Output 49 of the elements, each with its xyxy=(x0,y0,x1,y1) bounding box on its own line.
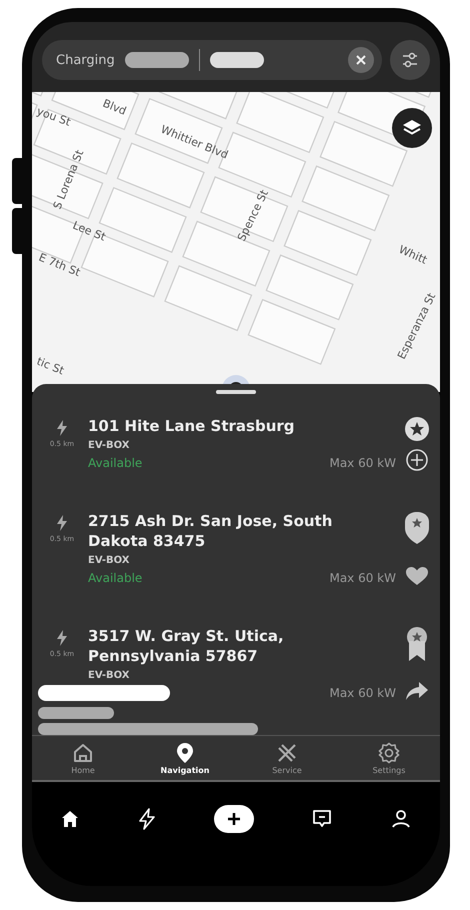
filter-chip[interactable] xyxy=(210,52,264,68)
plus-icon xyxy=(226,812,241,826)
street-label: you St xyxy=(34,104,72,129)
bolt-icon xyxy=(56,515,68,531)
search-field[interactable]: Charging xyxy=(42,40,382,80)
street-label: tic St xyxy=(34,354,66,378)
operator-label: EV-BOX xyxy=(88,555,130,566)
nav-tab[interactable]: Navigation xyxy=(134,736,236,780)
layers-button[interactable] xyxy=(392,108,432,148)
station-address[interactable]: 2715 Ash Dr. San Jose, South Dakota 83475 xyxy=(88,511,396,551)
add-button[interactable] xyxy=(214,805,254,833)
station-address[interactable]: 3517 W. Gray St. Utica, Pennsylvania 57867 xyxy=(88,626,396,666)
bookmark-icon[interactable] xyxy=(405,626,429,662)
operator-label: EV-BOX xyxy=(88,670,130,681)
nav-tab[interactable]: Home xyxy=(32,736,134,780)
close-icon xyxy=(356,55,366,65)
bolt-icon[interactable] xyxy=(138,808,156,830)
status-label: Available xyxy=(88,571,142,585)
power-label: Max 60 kW xyxy=(329,571,396,585)
nav-tab[interactable]: Service xyxy=(236,736,338,780)
plus-circle-icon[interactable] xyxy=(406,449,428,471)
search-label: Charging xyxy=(56,52,115,68)
layers-icon xyxy=(402,119,422,137)
nav-tab[interactable]: Settings xyxy=(338,736,440,780)
home-icon[interactable] xyxy=(61,810,80,828)
share-arrow-icon[interactable] xyxy=(405,681,429,701)
heart-icon[interactable] xyxy=(405,566,429,586)
home-icon xyxy=(72,742,94,764)
location-pin-icon xyxy=(176,742,194,764)
settings-icon xyxy=(378,742,400,764)
sheet-handle[interactable] xyxy=(216,390,256,394)
tools-icon xyxy=(276,742,298,764)
street-label: Lee St xyxy=(70,218,108,244)
person-icon[interactable] xyxy=(390,809,411,829)
filter-chip[interactable] xyxy=(124,52,189,68)
shield-icon[interactable] xyxy=(404,511,430,545)
chat-icon[interactable] xyxy=(312,809,332,829)
power-label: Max 60 kW xyxy=(329,456,396,470)
status-label: Available xyxy=(88,456,142,470)
street-label: E 7th St xyxy=(36,250,82,280)
filter-button[interactable] xyxy=(390,40,430,80)
operator-label: EV-BOX xyxy=(88,440,130,451)
close-button[interactable] xyxy=(348,47,374,73)
power-label: Max 60 kW xyxy=(329,686,396,700)
station-address[interactable]: 101 Hite Lane Strasburg xyxy=(88,416,396,436)
street-label: Blvd xyxy=(100,96,128,118)
sliders-icon xyxy=(401,51,419,69)
bolt-icon xyxy=(56,420,68,436)
bolt-icon xyxy=(56,630,68,646)
